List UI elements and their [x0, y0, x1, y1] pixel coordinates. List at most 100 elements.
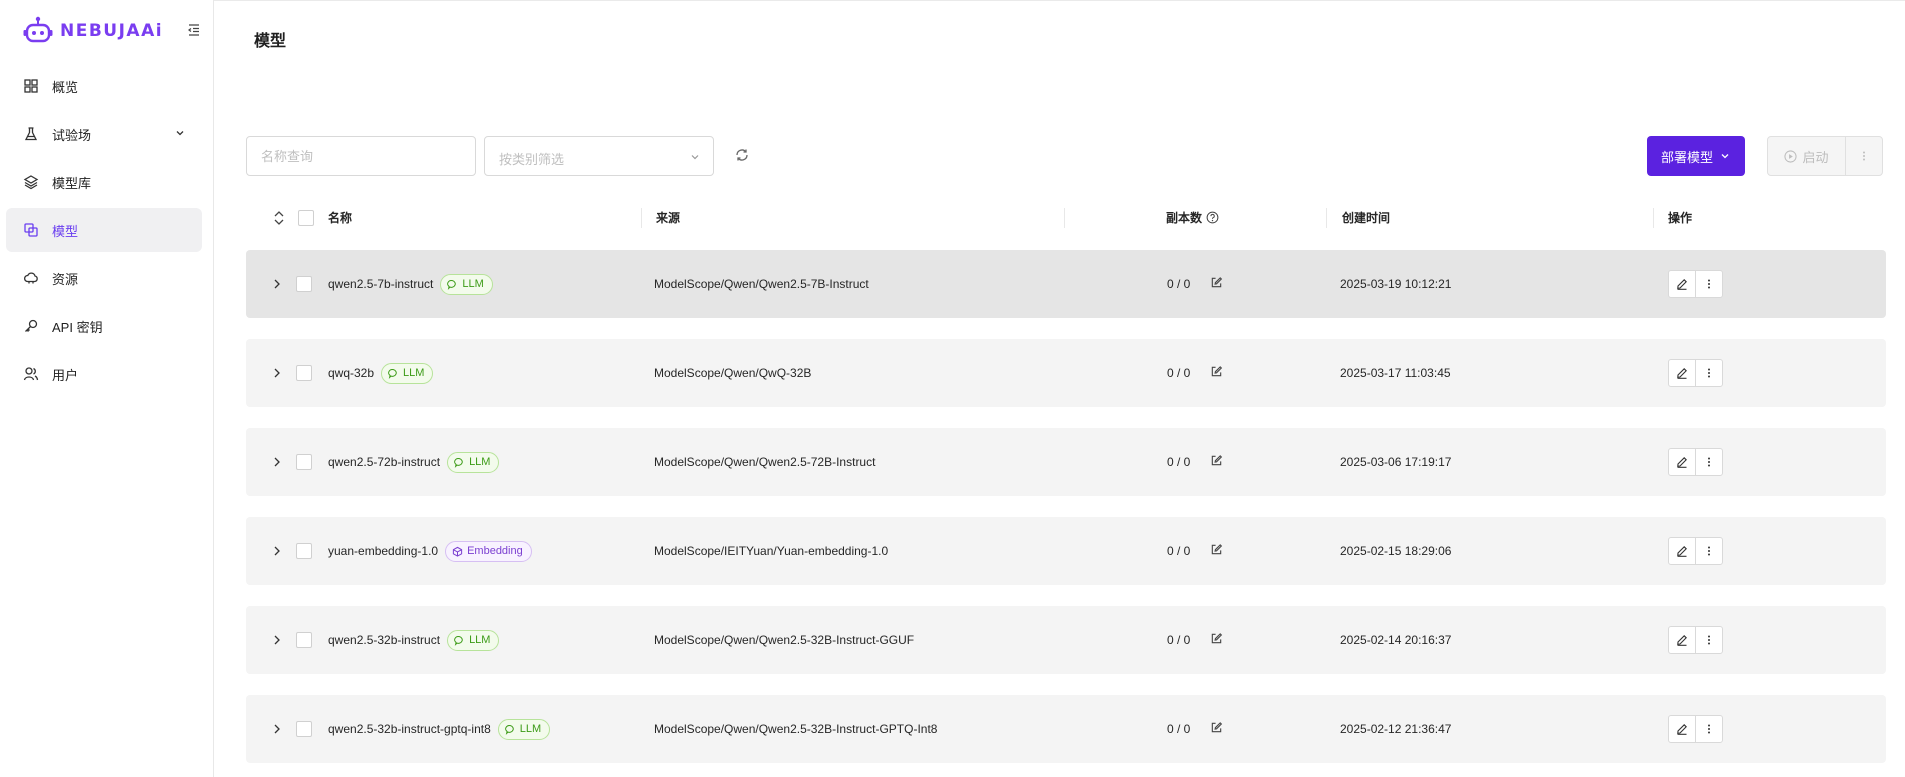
chevron-right-icon[interactable]: [270, 633, 284, 647]
edit-replicas-icon[interactable]: [1210, 454, 1223, 467]
column-header-source: 来源: [656, 211, 681, 225]
sort-icon[interactable]: [272, 208, 286, 228]
more-actions-button[interactable]: [1695, 715, 1723, 743]
edit-replicas-icon[interactable]: [1210, 543, 1223, 556]
row-checkbox[interactable]: [296, 365, 312, 381]
pencil-icon: [1677, 368, 1687, 379]
more-actions-button[interactable]: [1695, 359, 1723, 387]
model-name[interactable]: qwen2.5-72b-instruct: [328, 455, 440, 469]
main-content: 模型 按类别筛选 部署模型 启动 名称 来源 副本数 创建时间 操作: [214, 0, 1905, 777]
sidebar: NEBUJAAi 概览 试验场 模型库 模型 资源 API 密钥 用户: [0, 0, 214, 777]
column-header-name: 名称: [328, 211, 353, 225]
model-name[interactable]: qwen2.5-32b-instruct-gptq-int8: [328, 722, 491, 736]
select-all-checkbox[interactable]: [298, 210, 314, 226]
sidebar-item-models[interactable]: 模型: [6, 208, 202, 252]
start-button-group: 启动: [1767, 136, 1883, 176]
sidebar-item-overview[interactable]: 概览: [6, 64, 202, 108]
collapse-menu-icon[interactable]: [186, 22, 202, 38]
model-source: ModelScope/Qwen/Qwen2.5-32B-Instruct-GPT…: [654, 722, 938, 736]
more-vertical-icon: [1708, 457, 1710, 467]
row-checkbox[interactable]: [296, 632, 312, 648]
edit-replicas-icon[interactable]: [1210, 276, 1223, 289]
edit-replicas-icon[interactable]: [1210, 721, 1223, 734]
replica-count: 0 / 0: [1167, 366, 1191, 380]
category-filter-select[interactable]: 按类别筛选: [484, 136, 714, 176]
more-actions-button[interactable]: [1695, 270, 1723, 298]
table-row[interactable]: qwen2.5-7b-instruct LLM ModelScope/Qwen/…: [246, 250, 1886, 318]
start-more-button[interactable]: [1846, 137, 1882, 175]
sidebar-item-model-catalog[interactable]: 模型库: [6, 160, 202, 204]
sidebar-item-label: 试验场: [52, 127, 92, 143]
logo[interactable]: NEBUJAAi: [22, 14, 202, 48]
model-name-cell: qwen2.5-32b-instruct-gptq-int8 LLM: [328, 718, 551, 740]
sidebar-item-label: 模型: [52, 223, 79, 239]
created-time: 2025-03-17 11:03:45: [1340, 366, 1451, 380]
pencil-icon: [1677, 279, 1687, 290]
chevron-right-icon[interactable]: [270, 277, 284, 291]
table-row[interactable]: yuan-embedding-1.0 Embedding ModelScope/…: [246, 517, 1886, 585]
page-title: 模型: [254, 33, 287, 50]
edit-button[interactable]: [1668, 626, 1696, 654]
more-actions-button[interactable]: [1695, 448, 1723, 476]
model-name[interactable]: yuan-embedding-1.0: [328, 544, 438, 558]
column-header-replicas: 副本数: [1166, 209, 1219, 226]
deploy-model-label: 部署模型: [1660, 149, 1713, 165]
more-vertical-icon: [1708, 368, 1710, 378]
table-row[interactable]: qwq-32b LLM ModelScope/Qwen/QwQ-32B 0 / …: [246, 339, 1886, 407]
name-search-input[interactable]: [246, 136, 476, 176]
help-icon[interactable]: [1206, 211, 1219, 224]
play-circle-icon: [1784, 149, 1798, 163]
edit-button[interactable]: [1668, 537, 1696, 565]
pencil-icon: [1677, 635, 1687, 646]
more-actions-button[interactable]: [1695, 626, 1723, 654]
created-time: 2025-02-15 18:29:06: [1340, 544, 1452, 558]
column-header-created: 创建时间: [1342, 211, 1391, 225]
model-name[interactable]: qwq-32b: [328, 366, 374, 380]
edit-button[interactable]: [1668, 448, 1696, 476]
more-vertical-icon: [1708, 724, 1710, 734]
created-time: 2025-02-12 21:36:47: [1340, 722, 1452, 736]
users-icon: [22, 365, 40, 383]
more-actions-button[interactable]: [1695, 537, 1723, 565]
edit-replicas-icon[interactable]: [1210, 632, 1223, 645]
row-checkbox[interactable]: [296, 721, 312, 737]
edit-button[interactable]: [1668, 715, 1696, 743]
edit-replicas-icon[interactable]: [1210, 365, 1223, 378]
row-checkbox[interactable]: [296, 454, 312, 470]
model-name[interactable]: qwen2.5-32b-instruct: [328, 633, 440, 647]
chat-icon: [454, 635, 463, 646]
start-button[interactable]: 启动: [1768, 137, 1846, 175]
category-tag: LLM: [440, 273, 493, 295]
sidebar-item-api-keys[interactable]: API 密钥: [6, 304, 202, 348]
more-vertical-icon: [1708, 546, 1710, 556]
edit-button[interactable]: [1668, 270, 1696, 298]
row-checkbox[interactable]: [296, 276, 312, 292]
chevron-right-icon[interactable]: [270, 366, 284, 380]
sidebar-item-playground[interactable]: 试验场: [6, 112, 202, 156]
chevron-right-icon[interactable]: [270, 722, 284, 736]
chat-icon: [504, 724, 514, 735]
category-tag-label: LLM: [469, 456, 491, 468]
deploy-model-button[interactable]: 部署模型: [1647, 136, 1745, 176]
model-source: ModelScope/Qwen/Qwen2.5-7B-Instruct: [654, 277, 869, 291]
sidebar-item-resources[interactable]: 资源: [6, 256, 202, 300]
table-row[interactable]: qwen2.5-32b-instruct-gptq-int8 LLM Model…: [246, 695, 1886, 763]
sidebar-item-label: 用户: [52, 367, 79, 383]
sidebar-item-label: API 密钥: [52, 319, 103, 335]
column-header-actions: 操作: [1668, 211, 1693, 225]
chevron-right-icon[interactable]: [270, 455, 284, 469]
model-name[interactable]: qwen2.5-7b-instruct: [328, 277, 433, 291]
refresh-icon[interactable]: [734, 147, 750, 163]
chevron-right-icon[interactable]: [270, 544, 284, 558]
table-row[interactable]: qwen2.5-72b-instruct LLM ModelScope/Qwen…: [246, 428, 1886, 496]
category-tag-label: LLM: [403, 367, 425, 379]
table-row[interactable]: qwen2.5-32b-instruct LLM ModelScope/Qwen…: [246, 606, 1886, 674]
robot-logo-icon: [23, 16, 53, 43]
edit-button[interactable]: [1668, 359, 1696, 387]
sidebar-item-users[interactable]: 用户: [6, 352, 202, 396]
brand-name: NEBUJAAi: [60, 21, 164, 41]
row-checkbox[interactable]: [296, 543, 312, 559]
flask-icon: [22, 125, 40, 143]
cube-icon: [452, 546, 463, 557]
column-divider: [1326, 208, 1327, 228]
